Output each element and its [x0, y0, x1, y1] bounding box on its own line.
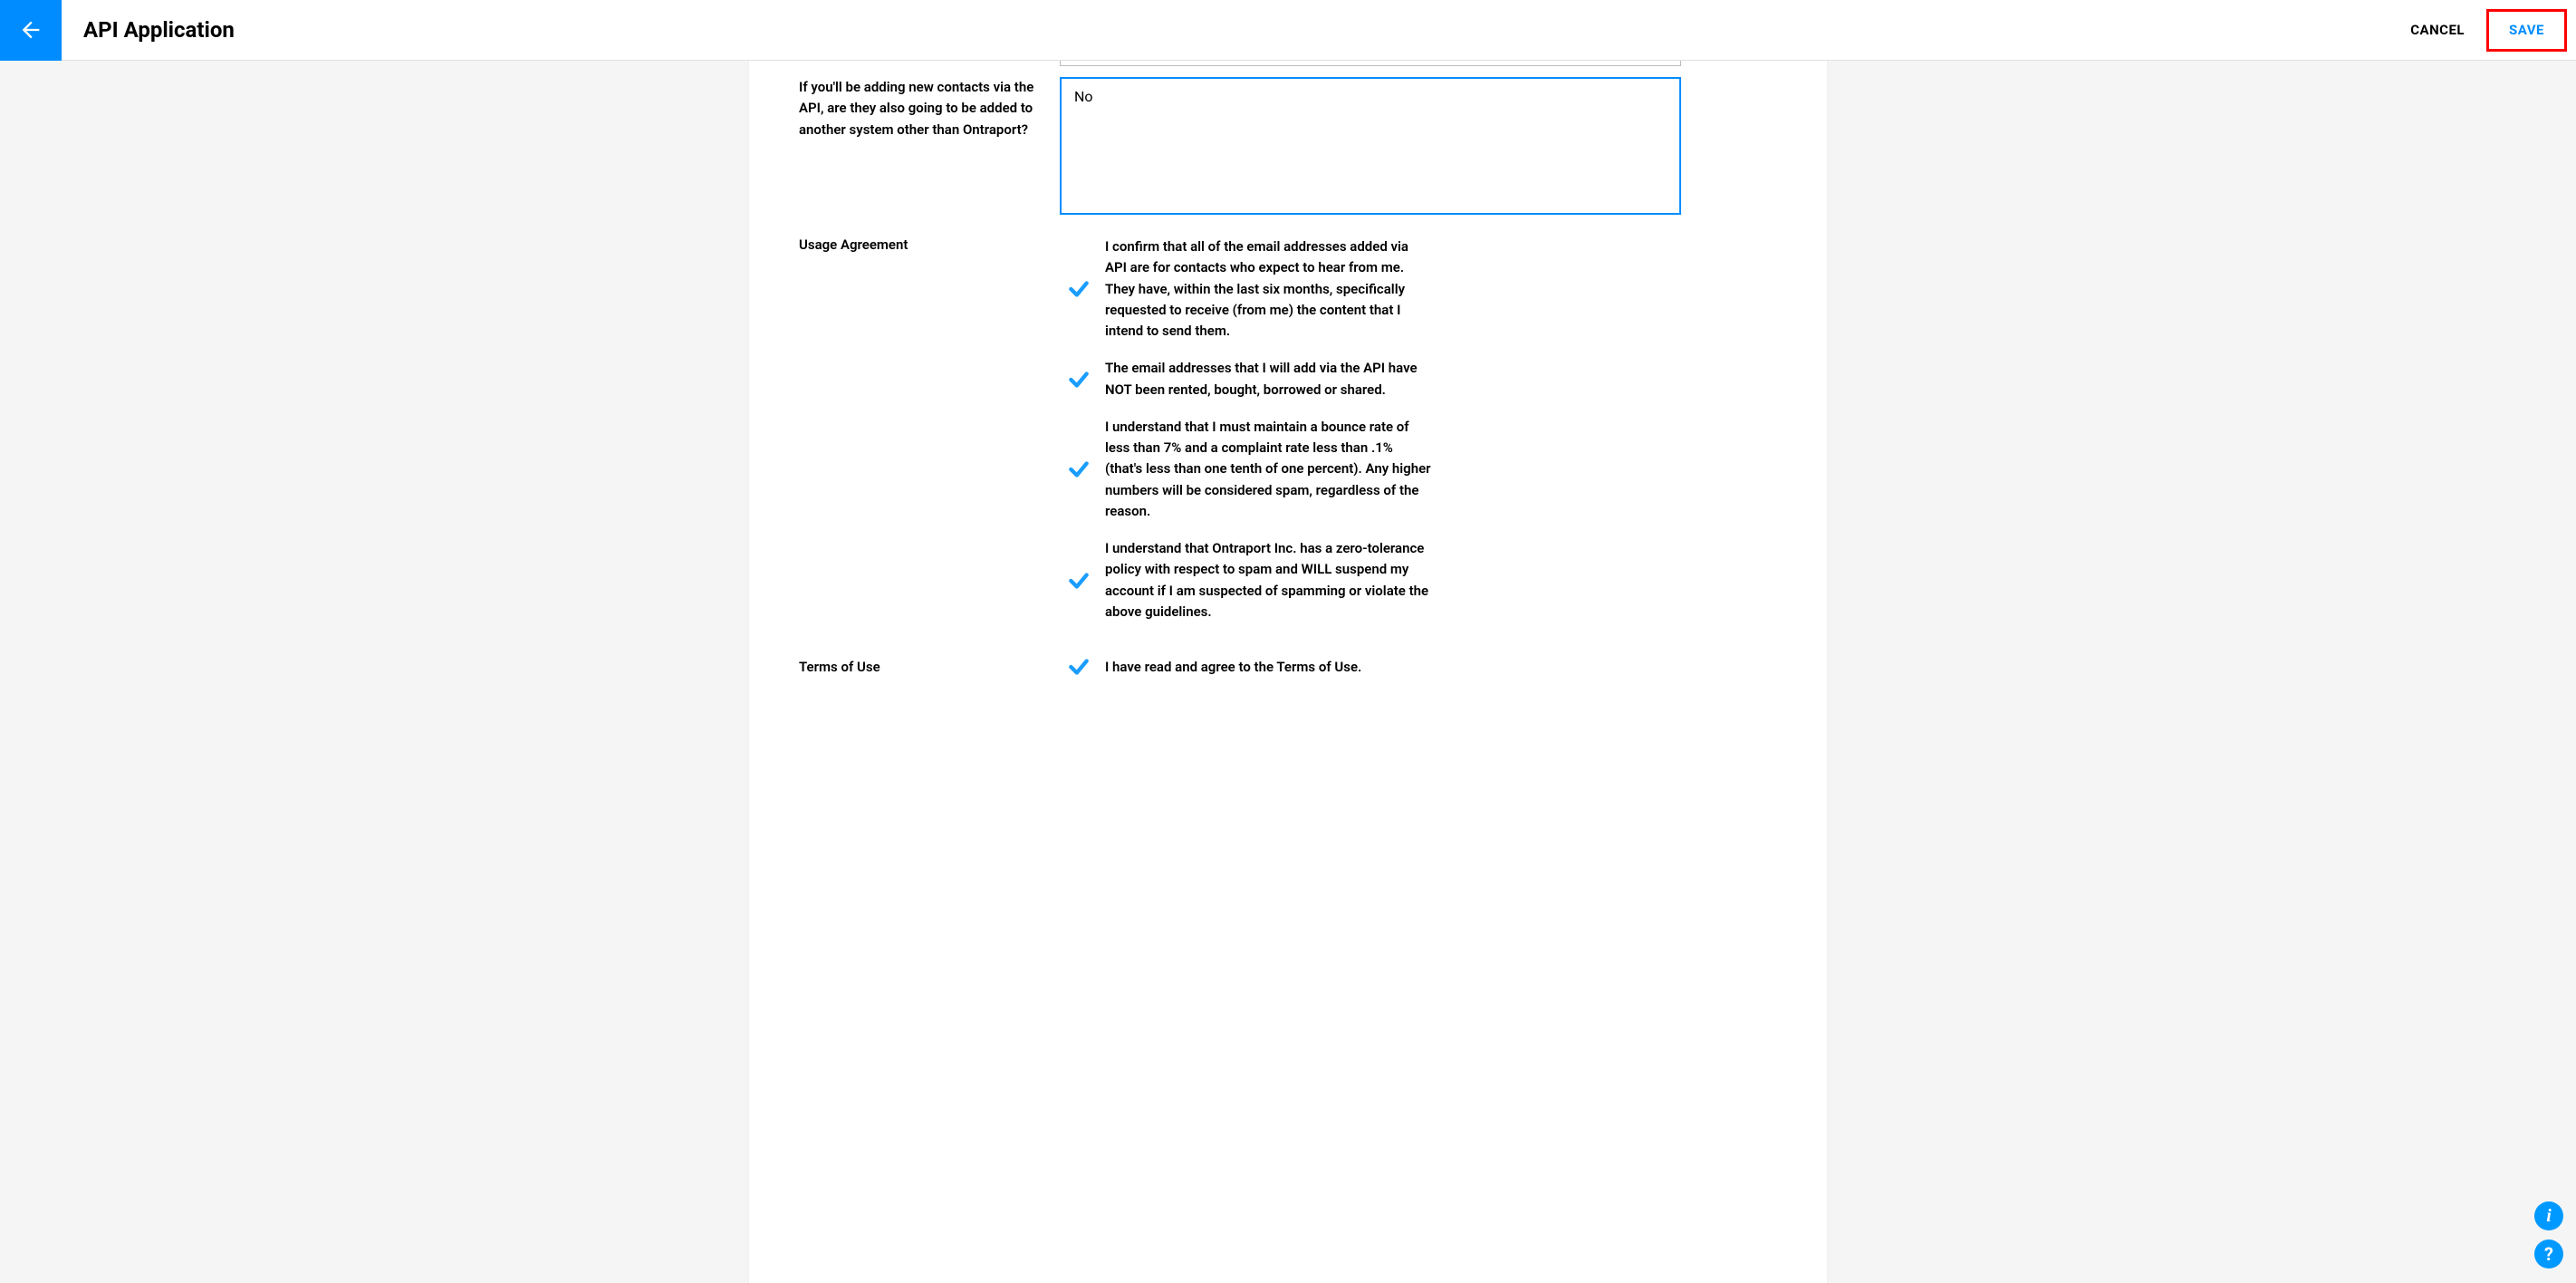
- cancel-button[interactable]: CANCEL: [2389, 22, 2486, 38]
- floating-help-icons: i ?: [2534, 1201, 2563, 1269]
- agreement-item: I understand that Ontraport Inc. has a z…: [1060, 538, 1694, 622]
- page-title: API Application: [83, 17, 235, 43]
- agreement-text: I confirm that all of the email addresse…: [1105, 236, 1433, 342]
- agreement-item: The email addresses that I will add via …: [1060, 358, 1694, 400]
- check-icon[interactable]: [1060, 458, 1098, 481]
- header-actions: CANCEL SAVE: [2389, 0, 2576, 60]
- agreement-text: I understand that I must maintain a boun…: [1105, 417, 1433, 522]
- save-button[interactable]: SAVE: [2486, 9, 2567, 52]
- check-icon[interactable]: [1060, 368, 1098, 391]
- question-icon: ?: [2544, 1243, 2553, 1265]
- arrow-left-icon: [18, 17, 43, 43]
- terms-text: I have read and agree to the Terms of Us…: [1105, 659, 1361, 675]
- agreement-item: I understand that I must maintain a boun…: [1060, 417, 1694, 522]
- terms-row: Terms of Use I have read and agree to th…: [799, 655, 1777, 679]
- main-container: If you'll be adding new contacts via the…: [0, 61, 2576, 1283]
- previous-input-edge: [1060, 61, 1681, 66]
- usage-agreement-label: Usage Agreement: [799, 236, 1060, 253]
- agreement-items: I confirm that all of the email addresse…: [1060, 236, 1694, 639]
- question-textarea[interactable]: No: [1060, 77, 1681, 215]
- back-button[interactable]: [0, 0, 62, 61]
- form-row-question: If you'll be adding new contacts via the…: [799, 77, 1777, 215]
- agreement-text: I understand that Ontraport Inc. has a z…: [1105, 538, 1433, 622]
- check-icon[interactable]: [1060, 277, 1098, 301]
- terms-label: Terms of Use: [799, 659, 1060, 675]
- usage-agreement-row: Usage Agreement I confirm that all of th…: [799, 236, 1777, 639]
- content-panel: If you'll be adding new contacts via the…: [749, 61, 1827, 1283]
- check-icon[interactable]: [1060, 655, 1098, 679]
- help-button[interactable]: ?: [2534, 1240, 2563, 1269]
- question-label: If you'll be adding new contacts via the…: [799, 77, 1060, 140]
- page-header: API Application CANCEL SAVE: [0, 0, 2576, 61]
- info-icon: i: [2546, 1206, 2552, 1227]
- info-button[interactable]: i: [2534, 1201, 2563, 1230]
- agreement-item: I confirm that all of the email addresse…: [1060, 236, 1694, 342]
- check-icon[interactable]: [1060, 569, 1098, 593]
- agreement-text: The email addresses that I will add via …: [1105, 358, 1433, 400]
- previous-field-bottom: [1060, 61, 1777, 66]
- terms-check-wrap: I have read and agree to the Terms of Us…: [1060, 655, 1361, 679]
